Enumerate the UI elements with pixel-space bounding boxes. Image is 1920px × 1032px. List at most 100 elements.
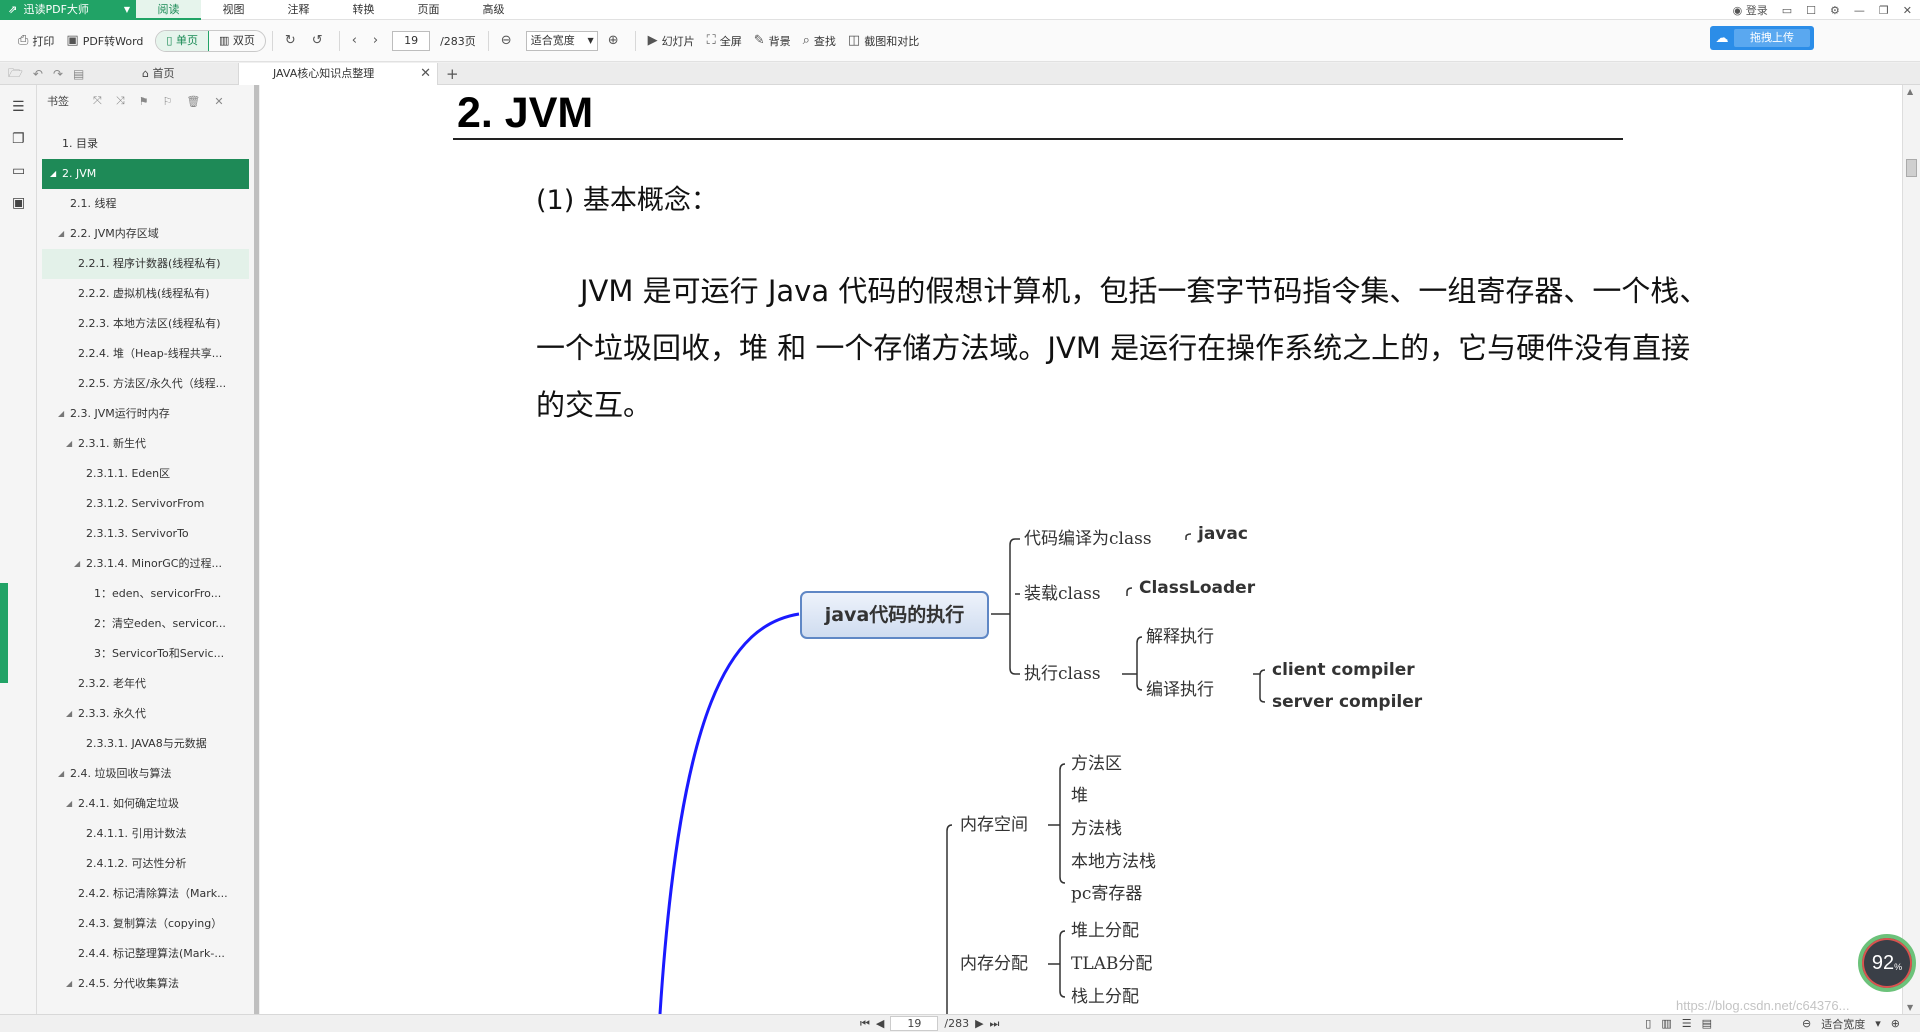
menu-advanced[interactable]: 高级 (461, 0, 526, 20)
first-page-icon[interactable]: ⏮ (860, 1017, 870, 1031)
tab-home[interactable]: ⌂ 首页 (142, 63, 174, 85)
zoom-out-button[interactable]: ⊖ (495, 28, 522, 54)
speed-gauge[interactable]: 92% (1858, 934, 1916, 992)
bookmark-flag-icon[interactable]: ⚐ (163, 95, 173, 108)
skin-icon[interactable]: ☐ (1806, 4, 1816, 17)
redo-icon[interactable]: ↷ (53, 67, 63, 81)
bookmark-item[interactable]: 2.2.4. 堆（Heap-线程共享... (42, 339, 249, 369)
expand-triangle-icon[interactable]: ◢ (58, 219, 64, 249)
prev-page-icon[interactable]: ◀ (876, 1017, 884, 1030)
collapse-panel-handle[interactable] (0, 583, 8, 683)
close-tab-icon[interactable]: ✕ (420, 63, 431, 85)
bookmark-item[interactable]: 2.1. 线程 (42, 189, 249, 219)
slideshow-button[interactable]: ▶ 幻灯片 (642, 28, 701, 54)
bookmark-scrollbar[interactable] (254, 85, 259, 1014)
save-icon[interactable]: ▤ (73, 67, 84, 81)
find-button[interactable]: ⌕ 查找 (797, 28, 842, 54)
bookmark-item[interactable]: 2.3.2. 老年代 (42, 669, 249, 699)
expand-triangle-icon[interactable]: ◢ (58, 759, 64, 789)
login-button[interactable]: ◉ 登录 (1733, 2, 1768, 18)
next-page-button[interactable]: › (367, 28, 388, 54)
next-page-icon[interactable]: ▶ (975, 1017, 983, 1030)
zoom-in-button[interactable]: ⊕ (602, 28, 629, 54)
bookmark-item[interactable]: 2.2.2. 虚拟机栈(线程私有) (42, 279, 249, 309)
bookmark-item[interactable]: ◢ 2.4.1. 如何确定垃圾 (42, 789, 249, 819)
new-tab-button[interactable]: + (446, 63, 459, 85)
bookmark-item[interactable]: 2.3.1.2. ServivorFrom (42, 489, 249, 519)
bookmark-item[interactable]: 2.3.3.1. JAVA8与元数据 (42, 729, 249, 759)
upload-button[interactable]: ☁ 拖拽上传 (1710, 26, 1814, 50)
continuous-view-icon[interactable]: ☰ (1682, 1017, 1692, 1030)
bookmark-item[interactable]: 2：清空eden、servicor... (42, 609, 249, 639)
scroll-up-icon[interactable]: ▲ (1907, 87, 1913, 96)
scrollbar-thumb[interactable] (1906, 159, 1917, 177)
settings-icon[interactable]: ⚙ (1830, 4, 1840, 17)
expand-triangle-icon[interactable]: ◢ (66, 789, 72, 819)
expand-triangle-icon[interactable]: ◢ (66, 429, 72, 459)
rotate-left-button[interactable]: ↺ (306, 28, 333, 54)
menu-convert[interactable]: 转换 (331, 0, 396, 20)
expand-triangle-icon[interactable]: ◢ (50, 159, 56, 189)
status-zoom-out-icon[interactable]: ⊖ (1802, 1017, 1811, 1030)
bookmark-item[interactable]: ◢ 2.3.1.4. MinorGC的过程... (42, 549, 249, 579)
rotate-right-button[interactable]: ↻ (279, 28, 306, 54)
expand-triangle-icon[interactable]: ◢ (74, 549, 80, 579)
single-view-icon[interactable]: ▯ (1645, 1017, 1651, 1030)
bookmark-item[interactable]: ◢ 2.4. 垃圾回收与算法 (42, 759, 249, 789)
prev-page-button[interactable]: ‹ (346, 28, 367, 54)
fullscreen-button[interactable]: ⛶ 全屏 (701, 28, 748, 54)
screenshot-compare-button[interactable]: ◫ 截图和对比 (842, 28, 925, 54)
close-icon[interactable]: ✕ (1903, 4, 1912, 17)
bookmark-item[interactable]: 1：eden、servicorFro... (42, 579, 249, 609)
app-brand-menu[interactable]: ⇗ 迅读PDF大师 ▼ (0, 0, 136, 20)
attachments-icon[interactable]: ▣ (12, 195, 25, 211)
outline-icon[interactable]: ☰ (12, 99, 25, 115)
book-view-icon[interactable]: ▤ (1702, 1017, 1712, 1030)
bookmark-item[interactable]: ◢ 2.2. JVM内存区域 (42, 219, 249, 249)
bookmark-item[interactable]: 2.4.3. 复制算法（copying） (42, 909, 249, 939)
pdf-to-word-button[interactable]: ▣ PDF转Word (60, 28, 149, 54)
delete-icon[interactable]: 🗑 (186, 95, 200, 108)
single-page-button[interactable]: ▯ 单页 (156, 30, 209, 51)
page-scrollbar[interactable]: ▲ ▼ (1902, 85, 1920, 1014)
page-number-input[interactable]: 19 (392, 30, 431, 51)
status-zoom-select[interactable]: 适合宽度 (1821, 1016, 1865, 1032)
bookmark-item[interactable]: 2.4.1.2. 可达性分析 (42, 849, 249, 879)
expand-triangle-icon[interactable]: ◢ (66, 969, 72, 999)
tab-document[interactable]: JAVA核心知识点整理 ✕ (238, 63, 438, 85)
bookmark-item[interactable]: 2.4.4. 标记整理算法(Mark-... (42, 939, 249, 969)
bookmark-item[interactable]: ◢ 2. JVM (42, 159, 249, 189)
add-bookmark-icon[interactable]: ⚑ (139, 95, 149, 108)
open-folder-icon[interactable]: 🗁 (8, 64, 23, 85)
expand-triangle-icon[interactable]: ◢ (58, 399, 64, 429)
bookmark-item[interactable]: 3：ServicorTo和Servic... (42, 639, 249, 669)
print-button[interactable]: ⎙ 打印 (12, 28, 60, 54)
comments-icon[interactable]: ▭ (12, 163, 25, 179)
menu-annotate[interactable]: 注释 (266, 0, 331, 20)
bookmark-item[interactable]: 1. 目录 (42, 129, 249, 159)
bookmark-item[interactable]: 2.2.1. 程序计数器(线程私有) (42, 249, 249, 279)
minimize-icon[interactable]: — (1854, 4, 1865, 17)
bookmark-item[interactable]: ◢ 2.3.1. 新生代 (42, 429, 249, 459)
status-page-input[interactable]: 19 (890, 1016, 939, 1031)
scroll-down-icon[interactable]: ▼ (1907, 1003, 1913, 1012)
status-zoom-in-icon[interactable]: ⊕ (1891, 1017, 1900, 1030)
zoom-select[interactable]: 适合宽度 ▼ (525, 30, 598, 51)
menu-view[interactable]: 视图 (201, 0, 266, 20)
menu-read[interactable]: 阅读 (136, 0, 201, 20)
bookmark-item[interactable]: ◢ 2.4.5. 分代收集算法 (42, 969, 249, 999)
bookmark-item[interactable]: 2.2.3. 本地方法区(线程私有) (42, 309, 249, 339)
thumbnails-icon[interactable]: ❐ (12, 131, 25, 147)
status-zoom-dropdown-icon[interactable]: ▾ (1875, 1017, 1881, 1030)
bookmark-item[interactable]: ◢ 2.3. JVM运行时内存 (42, 399, 249, 429)
expand-triangle-icon[interactable]: ◢ (66, 699, 72, 729)
background-button[interactable]: ✎ 背景 (748, 28, 797, 54)
undo-icon[interactable]: ↶ (33, 67, 43, 81)
bookmark-item[interactable]: 2.4.1.1. 引用计数法 (42, 819, 249, 849)
collapse-all-icon[interactable]: ⤨ (116, 94, 125, 108)
bookmark-item[interactable]: ◢ 2.3.3. 永久代 (42, 699, 249, 729)
double-view-icon[interactable]: ▥ (1661, 1017, 1671, 1030)
double-page-button[interactable]: ▥ 双页 (209, 31, 265, 51)
menu-page[interactable]: 页面 (396, 0, 461, 20)
bookmark-item[interactable]: 2.3.1.3. ServivorTo (42, 519, 249, 549)
